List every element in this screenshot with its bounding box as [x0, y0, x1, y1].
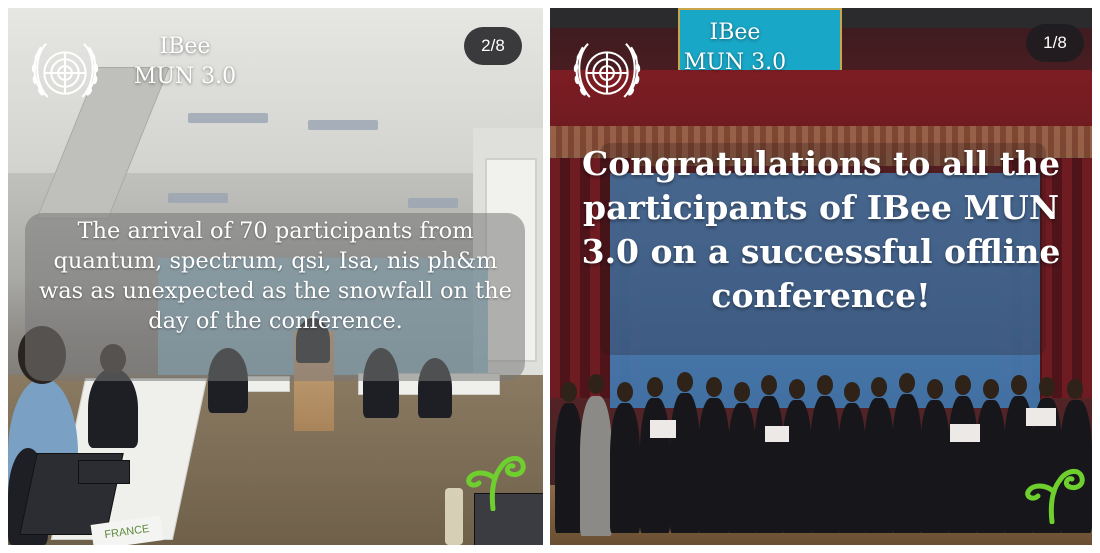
- ceiling-light: [168, 193, 228, 203]
- ceiling-light: [188, 113, 268, 123]
- green-sprout-icon: [1025, 469, 1085, 524]
- laptop: [78, 460, 130, 484]
- story-caption: Congratulations to all the participants …: [581, 144, 1061, 315]
- water-bottle: [445, 488, 463, 545]
- brand-title: IBee MUN 3.0: [133, 34, 237, 89]
- green-sprout-icon: [466, 456, 526, 511]
- story-right: IBee MUN 3.0 1/8 Congratulations to all …: [550, 8, 1092, 545]
- story-left: FRANCE IBee MUN 3.0 2/8 The arrival of 7…: [8, 8, 543, 545]
- un-emblem-icon: [573, 43, 641, 98]
- ceiling-light: [408, 198, 458, 208]
- story-counter: 2/8: [464, 27, 522, 65]
- story-caption: The arrival of 70 participants from quan…: [39, 218, 512, 334]
- brand-title: IBee MUN 3.0: [683, 20, 787, 75]
- story-counter: 1/8: [1026, 24, 1084, 62]
- ceiling-light: [308, 120, 378, 130]
- un-emblem-icon: [31, 43, 99, 98]
